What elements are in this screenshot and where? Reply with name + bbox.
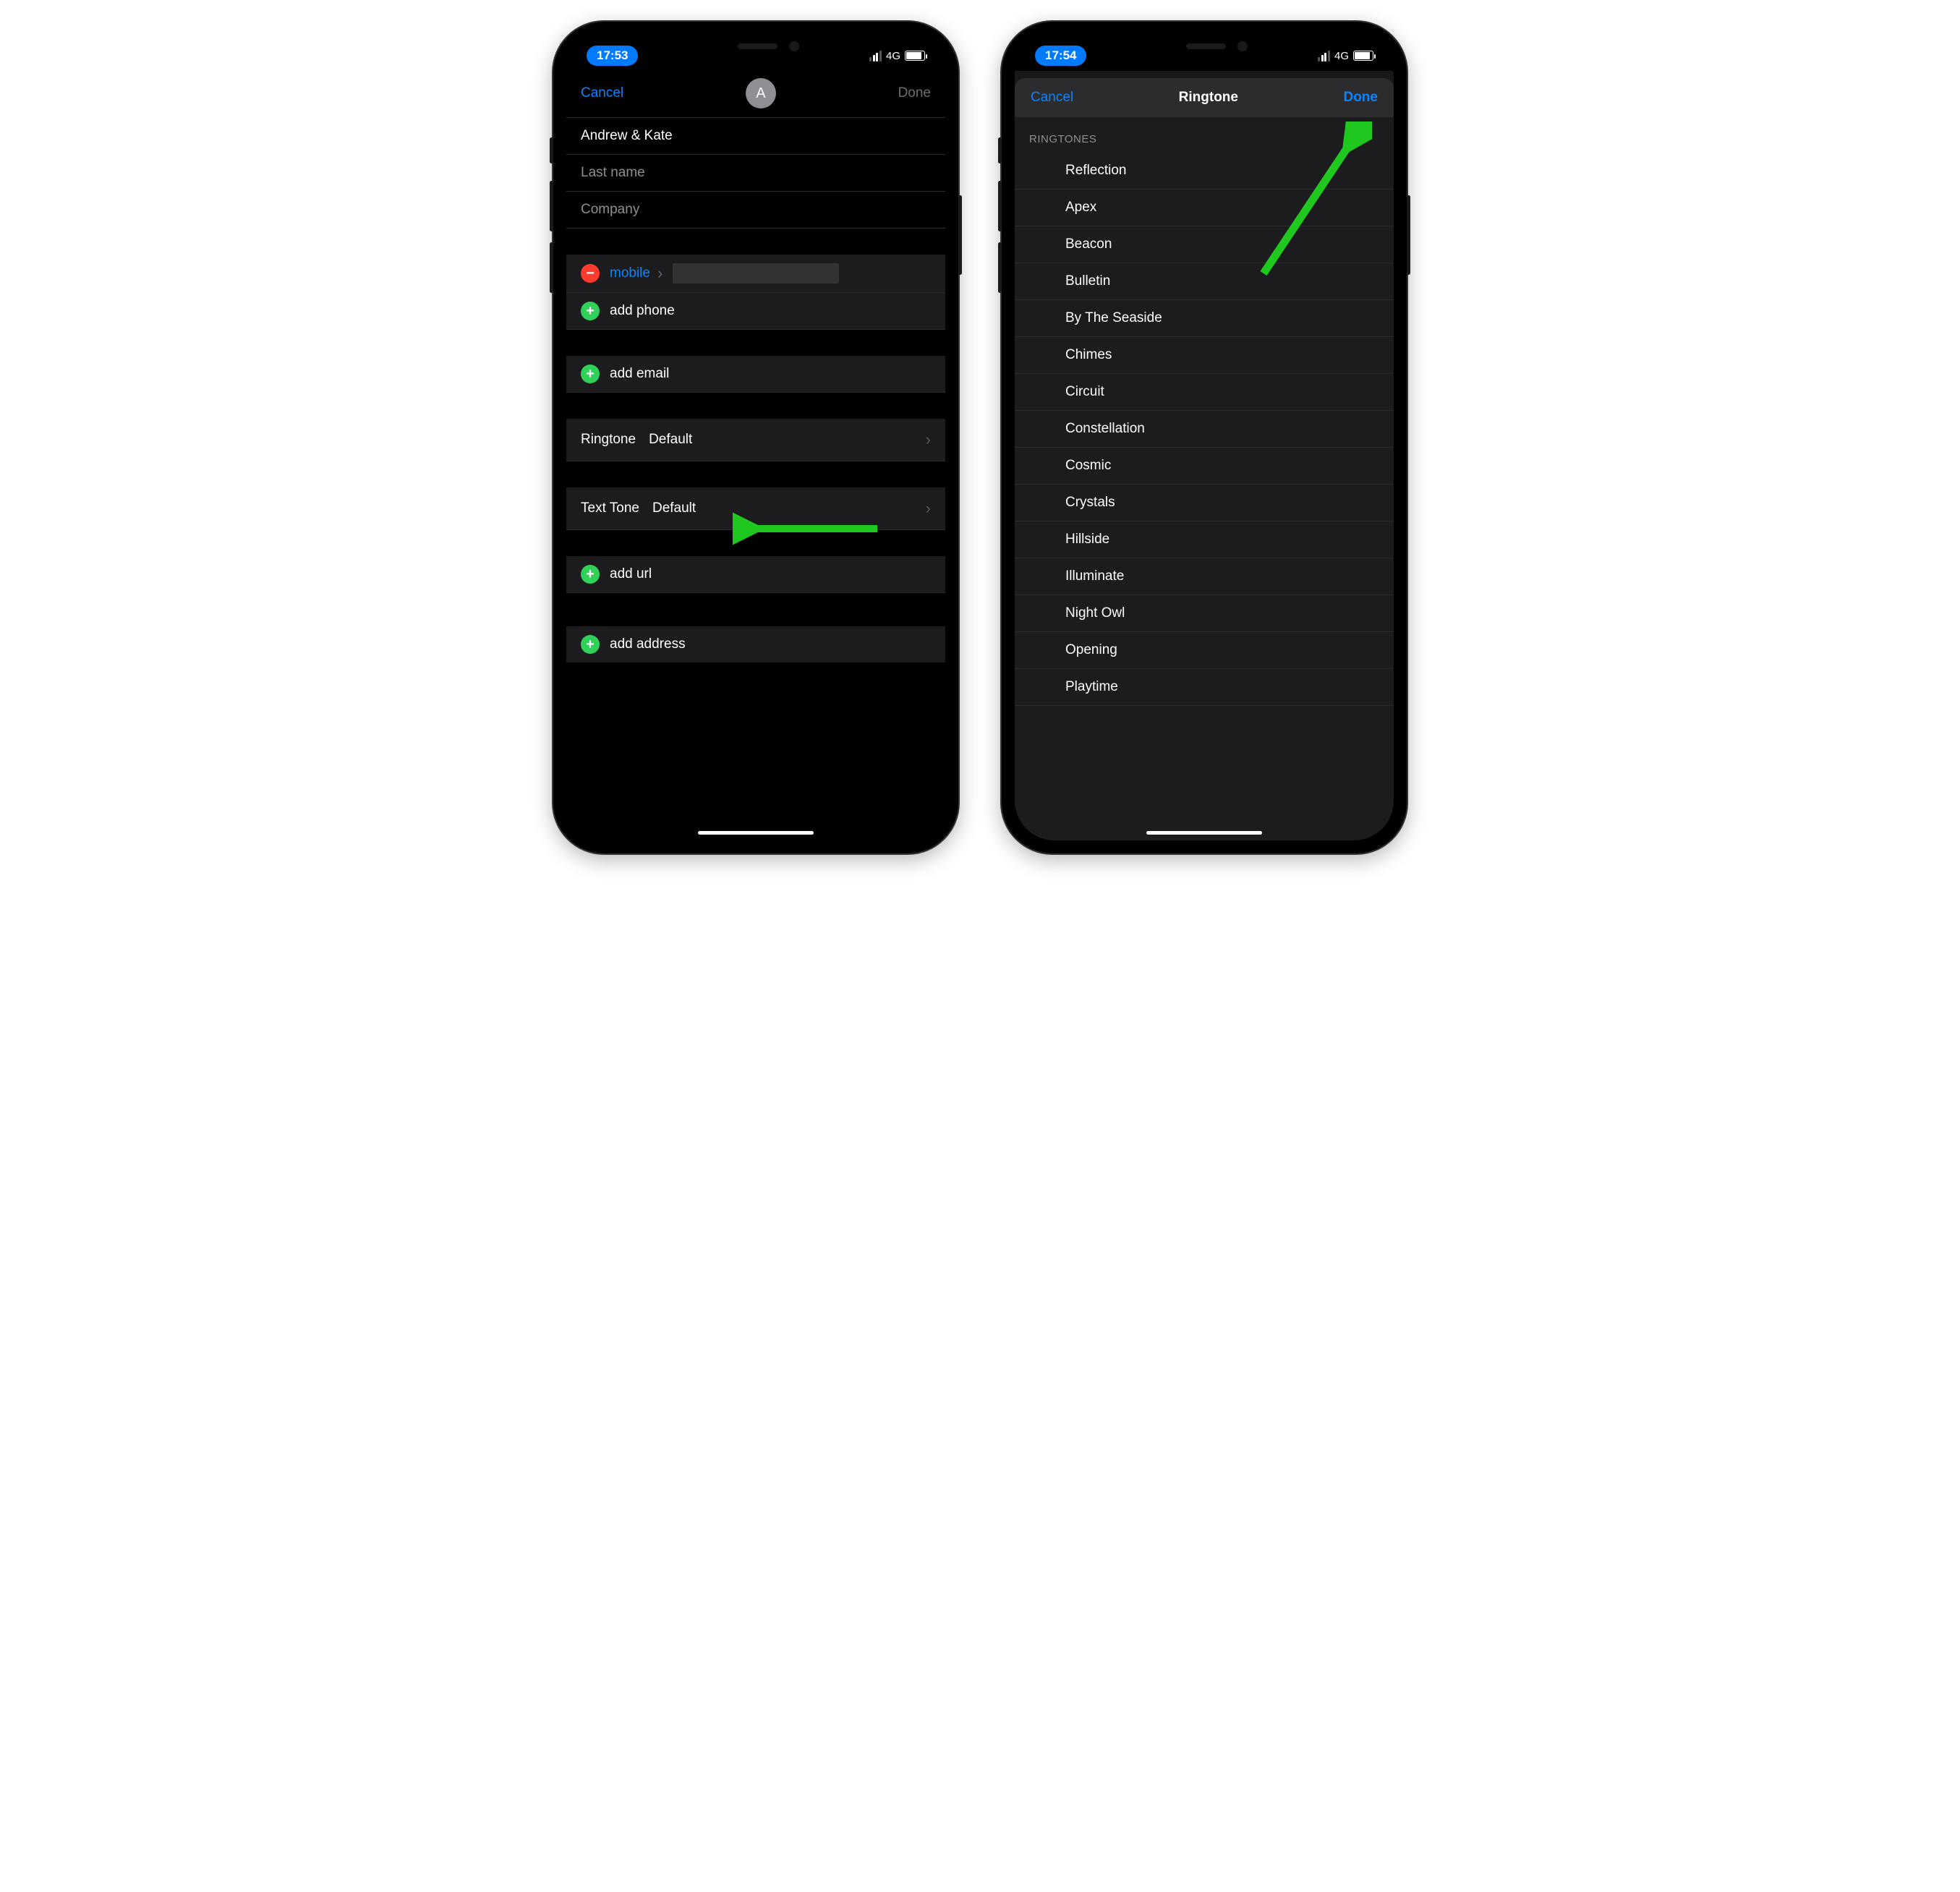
add-phone-row[interactable]: + add phone [566, 293, 945, 330]
nav-bar: Cancel A Done [566, 71, 945, 118]
chevron-right-icon: › [926, 499, 931, 518]
ringtone-item[interactable]: Bulletin [1015, 263, 1394, 300]
signal-icon [869, 51, 882, 61]
add-email-label: add email [610, 366, 669, 382]
phone-number-redacted[interactable] [673, 263, 839, 284]
add-url-row[interactable]: + add url [566, 556, 945, 593]
ringtone-item[interactable]: Hillside [1015, 521, 1394, 558]
done-button[interactable]: Done [1343, 90, 1378, 106]
signal-icon [1318, 51, 1330, 61]
ringtone-item[interactable]: Beacon [1015, 226, 1394, 263]
sheet-title: Ringtone [1179, 90, 1238, 106]
minus-icon[interactable]: − [581, 264, 600, 283]
avatar[interactable]: A [746, 78, 776, 108]
add-url-label: add url [610, 566, 652, 582]
done-button[interactable]: Done [898, 85, 931, 101]
battery-icon [905, 51, 925, 61]
battery-icon [1353, 51, 1373, 61]
ringtone-item[interactable]: By The Seaside [1015, 300, 1394, 337]
network-label: 4G [1334, 50, 1349, 62]
company-field[interactable]: Company [566, 192, 945, 229]
ringtone-item[interactable]: Cosmic [1015, 448, 1394, 485]
plus-icon: + [581, 365, 600, 383]
notch [1121, 35, 1287, 59]
texttone-value: Default [652, 500, 926, 516]
chevron-right-icon: › [657, 264, 662, 283]
cancel-button[interactable]: Cancel [1031, 90, 1073, 106]
network-label: 4G [886, 50, 900, 62]
ringtone-sheet: Cancel Ringtone Done RINGTONES Reflectio… [1015, 78, 1394, 840]
ringtone-list[interactable]: ReflectionApexBeaconBulletinBy The Seasi… [1015, 153, 1394, 706]
ringtone-item[interactable]: Crystals [1015, 485, 1394, 521]
status-time: 17:54 [1035, 46, 1086, 66]
mobile-phone-row[interactable]: − mobile › [566, 255, 945, 293]
ringtone-row[interactable]: Ringtone Default › [566, 419, 945, 461]
notch [673, 35, 839, 59]
avatar-letter: A [756, 85, 765, 102]
plus-icon: + [581, 565, 600, 584]
last-name-field[interactable]: Last name [566, 155, 945, 192]
ringtone-item[interactable]: Night Owl [1015, 595, 1394, 632]
ringtone-item[interactable]: Playtime [1015, 669, 1394, 706]
add-address-row[interactable]: + add address [566, 626, 945, 662]
phone-frame-right: 17:54 4G Cancel Ringtone Done RINGTONES … [1002, 22, 1407, 853]
ringtone-item[interactable]: Constellation [1015, 411, 1394, 448]
home-indicator[interactable] [698, 831, 814, 835]
status-time: 17:53 [587, 46, 638, 66]
mobile-label[interactable]: mobile [610, 265, 650, 281]
ringtone-item[interactable]: Circuit [1015, 374, 1394, 411]
first-name-field[interactable]: Andrew & Kate [566, 118, 945, 155]
chevron-right-icon: › [926, 430, 931, 449]
ringtone-item[interactable]: Illuminate [1015, 558, 1394, 595]
ringtone-item[interactable]: Chimes [1015, 337, 1394, 374]
texttone-row[interactable]: Text Tone Default › [566, 487, 945, 530]
ringtone-item[interactable]: Reflection [1015, 153, 1394, 189]
ringtone-item[interactable]: Opening [1015, 632, 1394, 669]
ringtone-value: Default [649, 432, 926, 448]
texttone-label: Text Tone [581, 500, 639, 516]
plus-icon: + [581, 302, 600, 320]
home-indicator[interactable] [1146, 831, 1262, 835]
phone-frame-left: 17:53 4G Cancel A Done Andrew & Kate Las… [553, 22, 958, 853]
add-email-row[interactable]: + add email [566, 356, 945, 393]
ringtones-section-header: RINGTONES [1015, 117, 1394, 153]
plus-icon: + [581, 635, 600, 654]
ringtone-item[interactable]: Apex [1015, 189, 1394, 226]
add-address-label: add address [610, 636, 686, 652]
add-phone-label: add phone [610, 303, 675, 319]
ringtone-label: Ringtone [581, 432, 636, 448]
cancel-button[interactable]: Cancel [581, 85, 623, 101]
